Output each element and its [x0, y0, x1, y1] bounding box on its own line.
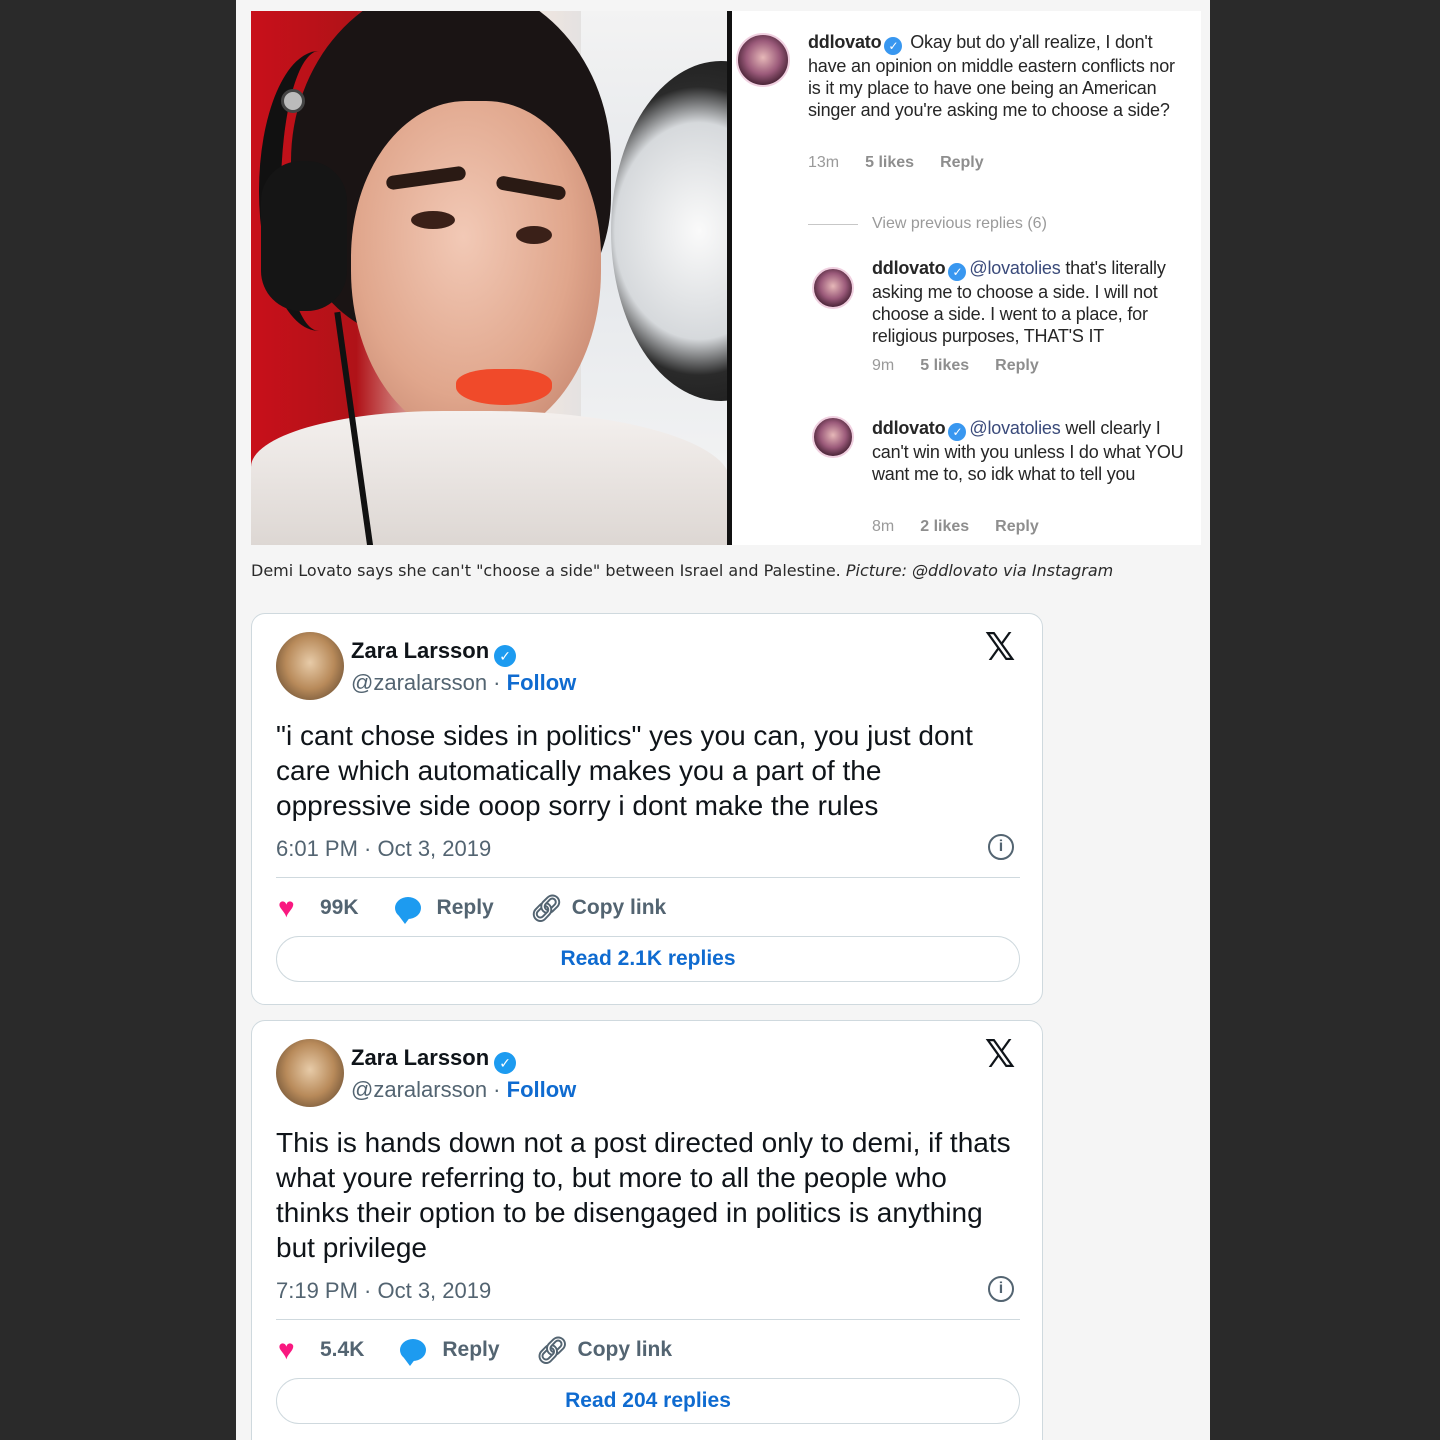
x-logo-icon[interactable]: 𝕏: [982, 1036, 1018, 1074]
like-count: 5.4K: [320, 1338, 365, 1361]
comment-reply-button[interactable]: Reply: [940, 154, 984, 171]
comment-time: 13m: [808, 154, 840, 171]
comment: ddlovato ✓ @lovatolies that's literally as…: [872, 257, 1188, 347]
verified-badge-icon: ✓: [494, 1052, 517, 1074]
verified-badge-icon: ✓: [948, 423, 967, 441]
author-handle[interactable]: @zaralarsson: [351, 1077, 487, 1102]
comment-reply-button[interactable]: Reply: [995, 357, 1039, 374]
heart-icon: ♥: [278, 1334, 295, 1365]
verified-badge-icon: ✓: [884, 37, 903, 55]
avatar[interactable]: [276, 1039, 344, 1107]
info-icon[interactable]: i: [988, 834, 1014, 860]
tweet-handle: @zaralarsson · Follow: [351, 1077, 576, 1103]
read-replies-button[interactable]: Read 2.1K replies: [276, 936, 1020, 982]
comment-time: 9m: [872, 357, 895, 374]
comment-likes[interactable]: 5 likes: [865, 154, 914, 171]
tweet-handle: @zaralarsson · Follow: [351, 670, 576, 696]
like-button[interactable]: ♥ 5.4K: [278, 1336, 364, 1364]
reply-label: Reply: [442, 1338, 500, 1361]
copy-link-button[interactable]: 🔗︎ Copy link: [530, 894, 667, 922]
tweet-timestamp[interactable]: 6:01 PM · Oct 3, 2019: [276, 836, 491, 862]
comment-mention[interactable]: @lovatolies: [969, 258, 1060, 278]
like-button[interactable]: ♥ 99K: [278, 894, 359, 922]
author-handle[interactable]: @zaralarsson: [351, 670, 487, 695]
avatar: [812, 416, 854, 458]
link-icon: 🔗︎: [535, 1335, 569, 1365]
avatar[interactable]: [276, 632, 344, 700]
verified-badge-icon: ✓: [494, 645, 517, 667]
caption-credit: Picture: @ddlovato via Instagram: [845, 561, 1114, 580]
copy-link-label: Copy link: [577, 1338, 673, 1361]
comment-reply-button[interactable]: Reply: [995, 518, 1039, 535]
comment-user: ddlovato: [872, 418, 946, 438]
comment-mention[interactable]: @lovatolies: [969, 418, 1060, 438]
separator: ·: [487, 670, 507, 695]
read-replies-button[interactable]: Read 204 replies: [276, 1378, 1020, 1424]
tweet-actions: ♥ 5.4K Reply 🔗︎ Copy link: [278, 1335, 708, 1366]
tweet-text: "i cant chose sides in politics" yes you…: [276, 720, 973, 821]
tweet-author[interactable]: Zara Larsson ✓: [351, 1045, 517, 1074]
reply-bubble-icon: [400, 1336, 428, 1366]
reply-label: Reply: [436, 896, 494, 919]
tweet-timestamp[interactable]: 7:19 PM · Oct 3, 2019: [276, 1278, 491, 1304]
avatar: [736, 33, 790, 87]
comment: ddlovato ✓ Okay but do y'all realize, I d…: [808, 31, 1188, 121]
verified-badge-icon: ✓: [948, 263, 967, 281]
copy-link-button[interactable]: 🔗︎ Copy link: [536, 1336, 673, 1364]
caption-text: Demi Lovato says she can't "choose a sid…: [251, 561, 841, 580]
comment-time: 8m: [872, 518, 895, 535]
follow-button[interactable]: Follow: [507, 1077, 577, 1102]
reply-button[interactable]: Reply: [394, 894, 494, 924]
comment-user: ddlovato: [808, 32, 882, 52]
comment: ddlovato ✓ @lovatolies well clearly I can'…: [872, 417, 1188, 485]
embedded-tweet: Zara Larsson ✓ @zaralarsson · Follow 𝕏 "i…: [251, 613, 1043, 1005]
like-count: 99K: [320, 896, 359, 919]
image-caption: Demi Lovato says she can't "choose a sid…: [251, 561, 1113, 580]
author-name: Zara Larsson: [351, 638, 490, 663]
article-page: ddlovato ✓ Okay but do y'all realize, I d…: [236, 0, 1210, 1440]
article-image: ddlovato ✓ Okay but do y'all realize, I d…: [251, 11, 1201, 545]
demi-lovato-photo: [251, 11, 730, 545]
follow-button[interactable]: Follow: [507, 670, 577, 695]
comment-likes[interactable]: 2 likes: [920, 518, 969, 535]
comment-meta: 9m 5 likes Reply: [872, 357, 1065, 375]
comment-meta: 8m 2 likes Reply: [872, 518, 1065, 536]
instagram-comments: ddlovato ✓ Okay but do y'all realize, I d…: [732, 11, 1201, 545]
comment-meta: 13m 5 likes Reply: [808, 154, 1010, 172]
reply-button[interactable]: Reply: [400, 1336, 500, 1366]
tweet-actions: ♥ 99K Reply 🔗︎ Copy link: [278, 893, 702, 924]
author-name: Zara Larsson: [351, 1045, 490, 1070]
tweet-text: This is hands down not a post directed o…: [276, 1127, 1011, 1263]
view-previous-replies[interactable]: View previous replies (6): [872, 215, 1047, 233]
comment-user: ddlovato: [872, 258, 946, 278]
embedded-tweet: Zara Larsson ✓ @zaralarsson · Follow 𝕏 Th…: [251, 1020, 1043, 1440]
reply-bubble-icon: [394, 894, 423, 924]
info-icon[interactable]: i: [988, 1276, 1014, 1302]
link-icon: 🔗︎: [529, 893, 563, 923]
avatar: [812, 267, 854, 309]
copy-link-label: Copy link: [571, 896, 667, 919]
comment-likes[interactable]: 5 likes: [920, 357, 969, 374]
separator: ·: [487, 1077, 507, 1102]
x-logo-icon[interactable]: 𝕏: [982, 629, 1018, 667]
heart-icon: ♥: [278, 892, 295, 923]
tweet-author[interactable]: Zara Larsson ✓: [351, 638, 517, 667]
